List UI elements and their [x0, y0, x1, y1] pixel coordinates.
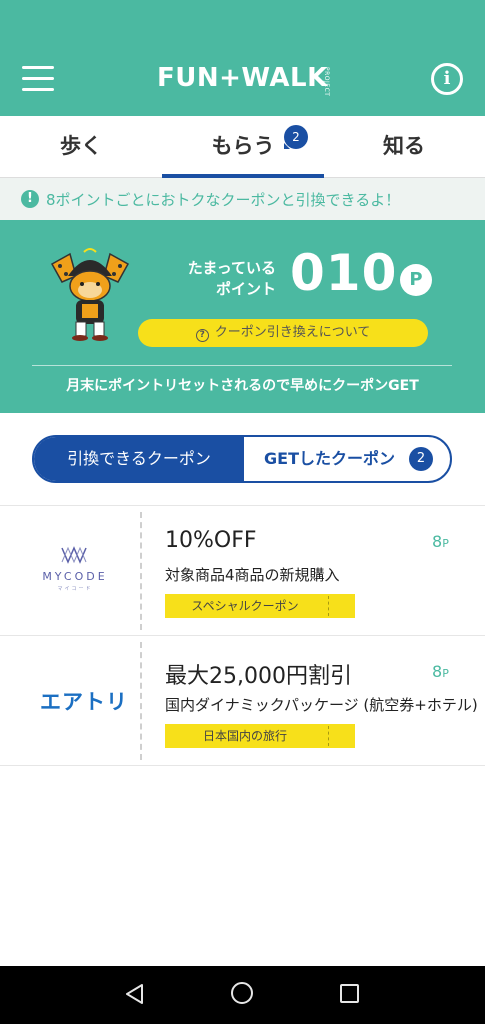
coupon-brand-logo: エアトリ: [0, 636, 140, 766]
acquired-count-badge: 2: [409, 447, 433, 471]
app-bar: FUN+WALK PROJECT i: [0, 0, 485, 116]
coupon-category-tag: スペシャルクーポン: [165, 594, 355, 618]
points-value: 010: [290, 244, 398, 302]
system-nav-bar: [0, 966, 485, 1024]
brand-subname: マイコード: [57, 586, 93, 592]
hamburger-menu-icon[interactable]: [22, 66, 54, 92]
coupon-tag-perforation: [328, 726, 329, 746]
points-panel: たまっている ポイント 010 P ? クーポン引き換えについて 月末にポイントリ…: [0, 220, 485, 413]
coupon-points-unit: P: [442, 667, 449, 680]
coupon-segment-control: 引換できるクーポン GETしたクーポン 2: [32, 435, 452, 483]
coupon-item[interactable]: エアトリ 最大25,000円割引 8P 国内ダイナミックパッケージ (航空券+ホ…: [0, 636, 485, 766]
coupon-exchange-info-button[interactable]: ? クーポン引き換えについて: [138, 319, 428, 347]
points-unit-icon: P: [400, 264, 432, 296]
tab-badge-tail: [284, 143, 290, 149]
coupon-item[interactable]: MYCODE マイコード 10%OFF 8P 対象商品4商品の新規購入 スペシャ…: [0, 506, 485, 636]
segment-available-coupons[interactable]: 引換できるクーポン: [34, 437, 244, 481]
points-divider: [32, 365, 452, 366]
points-reset-note: 月末にポイントリセットされるので早めにクーポンGET: [66, 378, 419, 394]
coupon-points: 8P: [432, 662, 449, 681]
coupon-points-value: 8: [432, 532, 443, 551]
about-button-label: クーポン引き換えについて: [214, 325, 371, 340]
tab-walk[interactable]: 歩く: [0, 116, 162, 178]
coupon-points: 8P: [432, 532, 449, 551]
question-icon: ?: [195, 329, 209, 342]
coupon-description: 対象商品4商品の新規購入: [165, 566, 340, 584]
coupon-tag-label: スペシャルクーポン: [191, 599, 299, 613]
recent-apps-square-icon[interactable]: [340, 984, 359, 1003]
points-label-line2: ポイント: [215, 280, 276, 298]
back-triangle-icon[interactable]: [124, 983, 146, 1005]
app-logo: FUN+WALK PROJECT: [157, 63, 337, 97]
coupon-points-value: 8: [432, 662, 443, 681]
brand-name: エアトリ: [40, 690, 128, 714]
coupon-tag-perforation: [328, 596, 329, 616]
logo-subtext: PROJECT: [323, 67, 330, 97]
notice-bar: ! 8ポイントごとにおトクなクーポンと引換できるよ！: [0, 178, 485, 220]
home-circle-icon[interactable]: [231, 982, 253, 1004]
info-icon[interactable]: i: [431, 63, 463, 95]
notice-text: 8ポイントごとにおトクなクーポンと引換できるよ！: [46, 191, 401, 209]
coupon-tag-label: 日本国内の旅行: [202, 729, 287, 743]
points-label: たまっている ポイント: [176, 258, 276, 300]
tab-know[interactable]: 知る: [323, 116, 485, 178]
points-label-line1: たまっている: [187, 259, 276, 277]
coupon-brand-logo: MYCODE マイコード: [0, 506, 140, 636]
coupon-title: 10%OFF: [165, 528, 257, 553]
coupon-description: 国内ダイナミックパッケージ (航空券+ホテル): [165, 696, 478, 714]
mycode-logo-icon: [61, 546, 87, 564]
brand-name: MYCODE: [42, 570, 108, 583]
main-tabs: 歩く もらう 知る: [0, 116, 485, 178]
exclamation-icon: !: [21, 190, 39, 208]
logo-text: FUN+WALK: [157, 63, 328, 93]
coupon-title: 最大25,000円割引: [165, 664, 352, 689]
coupon-dashed-separator: [140, 512, 142, 630]
coupon-dashed-separator: [140, 642, 142, 760]
segment-acquired-label: GETしたクーポン: [264, 449, 395, 468]
coupon-category-tag: 日本国内の旅行: [165, 724, 355, 748]
mascot-icon: [50, 248, 130, 341]
coupon-points-unit: P: [442, 537, 449, 550]
